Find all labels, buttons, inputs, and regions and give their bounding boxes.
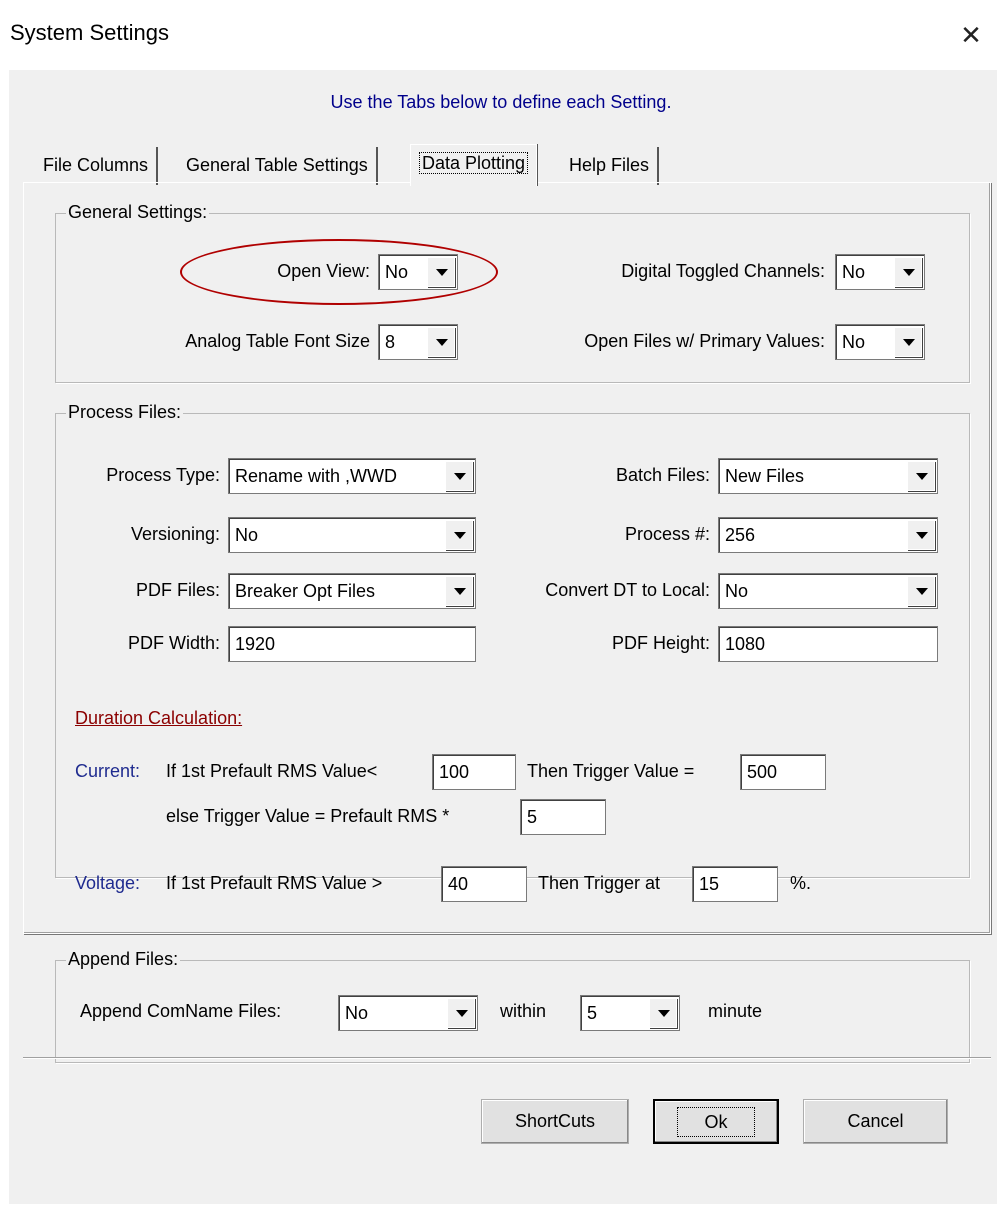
select-value: No [842,262,866,282]
general-settings-group: General Settings: [55,202,970,383]
pdf-width-label: PDF Width: [127,633,220,653]
voltage-then-text: Then Trigger at [538,873,661,893]
current-else-text: else Trigger Value = Prefault RMS * [166,806,450,826]
batch-files-label: Batch Files: [615,465,710,485]
chevron-down-icon[interactable] [445,461,473,491]
digital-toggled-select[interactable]: No [835,254,925,290]
dialog-separator [23,1057,991,1059]
tab-label: Data Plotting [419,152,529,174]
select-value: No [842,332,866,352]
open-primary-label: Open Files w/ Primary Values: [584,331,825,351]
chevron-down-icon[interactable] [907,461,935,491]
shortcuts-button[interactable]: ShortCuts [481,1099,629,1144]
current-if-field[interactable]: 100 [432,754,516,790]
append-comname-label: Append ComName Files: [80,1001,282,1021]
select-value: No [235,525,259,545]
tab-general-table-settings[interactable]: General Table Settings [178,147,378,185]
tab-file-columns[interactable]: File Columns [35,147,159,185]
cancel-button[interactable]: Cancel [803,1099,948,1144]
process-type-select[interactable]: Rename with ,WWD [228,458,476,494]
batch-files-select[interactable]: New Files [718,458,938,494]
current-then-text: Then Trigger Value = [527,761,695,781]
chevron-down-icon[interactable] [447,998,475,1028]
duration-calculation-heading: Duration Calculation: [75,708,243,728]
chevron-down-icon[interactable] [649,998,677,1028]
select-value: 5 [587,1003,598,1023]
select-value: Breaker Opt Files [235,581,376,601]
voltage-unit-label: %. [790,873,812,893]
close-icon[interactable]: ✕ [940,0,1002,70]
open-view-label: Open View: [277,261,370,281]
current-else-field[interactable]: 5 [520,799,606,835]
select-value: No [725,581,749,601]
voltage-if-text: If 1st Prefault RMS Value > [166,873,383,893]
chevron-down-icon[interactable] [907,520,935,550]
process-number-select[interactable]: 256 [718,517,938,553]
group-title: General Settings: [66,202,210,223]
voltage-then-field[interactable]: 15 [692,866,778,902]
versioning-label: Versioning: [130,524,220,544]
group-title: Append Files: [66,949,181,970]
chevron-down-icon[interactable] [427,327,455,357]
pdf-width-field[interactable]: 1920 [228,626,476,662]
group-title: Process Files: [66,402,184,423]
ok-button[interactable]: Ok [653,1099,779,1144]
window-title: System Settings [10,20,169,45]
append-comname-select[interactable]: No [338,995,478,1031]
window-frame-right [997,70,1002,1209]
chevron-down-icon[interactable] [427,257,455,287]
minute-label: minute [708,1001,763,1021]
window-frame-bottom [0,1204,1002,1209]
pdf-height-label: PDF Height: [611,633,710,653]
versioning-select[interactable]: No [228,517,476,553]
process-type-label: Process Type: [106,465,220,485]
ok-button-label: Ok [677,1107,755,1137]
pdf-height-field[interactable]: 1080 [718,626,938,662]
within-select[interactable]: 5 [580,995,680,1031]
within-label: within [500,1001,547,1021]
pdf-files-label: PDF Files: [135,580,220,600]
current-label: Current: [75,761,141,781]
chevron-down-icon[interactable] [445,520,473,550]
digital-toggled-label: Digital Toggled Channels: [621,261,825,281]
convert-dt-label: Convert DT to Local: [545,580,710,600]
chevron-down-icon[interactable] [894,327,922,357]
convert-dt-select[interactable]: No [718,573,938,609]
select-value: New Files [725,466,805,486]
current-if-text: If 1st Prefault RMS Value< [166,761,378,781]
select-value: 8 [385,332,396,352]
tab-label: File Columns [43,155,149,175]
chevron-down-icon[interactable] [445,576,473,606]
voltage-if-field[interactable]: 40 [441,866,527,902]
tab-help-files[interactable]: Help Files [561,147,660,185]
chevron-down-icon[interactable] [894,257,922,287]
voltage-label: Voltage: [75,873,141,893]
select-value: No [345,1003,369,1023]
title-bar: System Settings ✕ [0,0,1002,70]
analog-font-label: Analog Table Font Size [185,331,370,351]
current-then-field[interactable]: 500 [740,754,826,790]
tab-label: Help Files [569,155,650,175]
pdf-files-select[interactable]: Breaker Opt Files [228,573,476,609]
window-frame-left [0,70,9,1209]
chevron-down-icon[interactable] [907,576,935,606]
tab-label: General Table Settings [186,155,368,175]
analog-font-select[interactable]: 8 [378,324,458,360]
tab-data-plotting[interactable]: Data Plotting [410,144,538,186]
select-value: 256 [725,525,756,545]
instruction-text: Use the Tabs below to define each Settin… [330,92,672,112]
open-view-select[interactable]: No [378,254,458,290]
open-primary-select[interactable]: No [835,324,925,360]
select-value: No [385,262,409,282]
process-number-label: Process #: [624,524,710,544]
select-value: Rename with ,WWD [235,466,398,486]
